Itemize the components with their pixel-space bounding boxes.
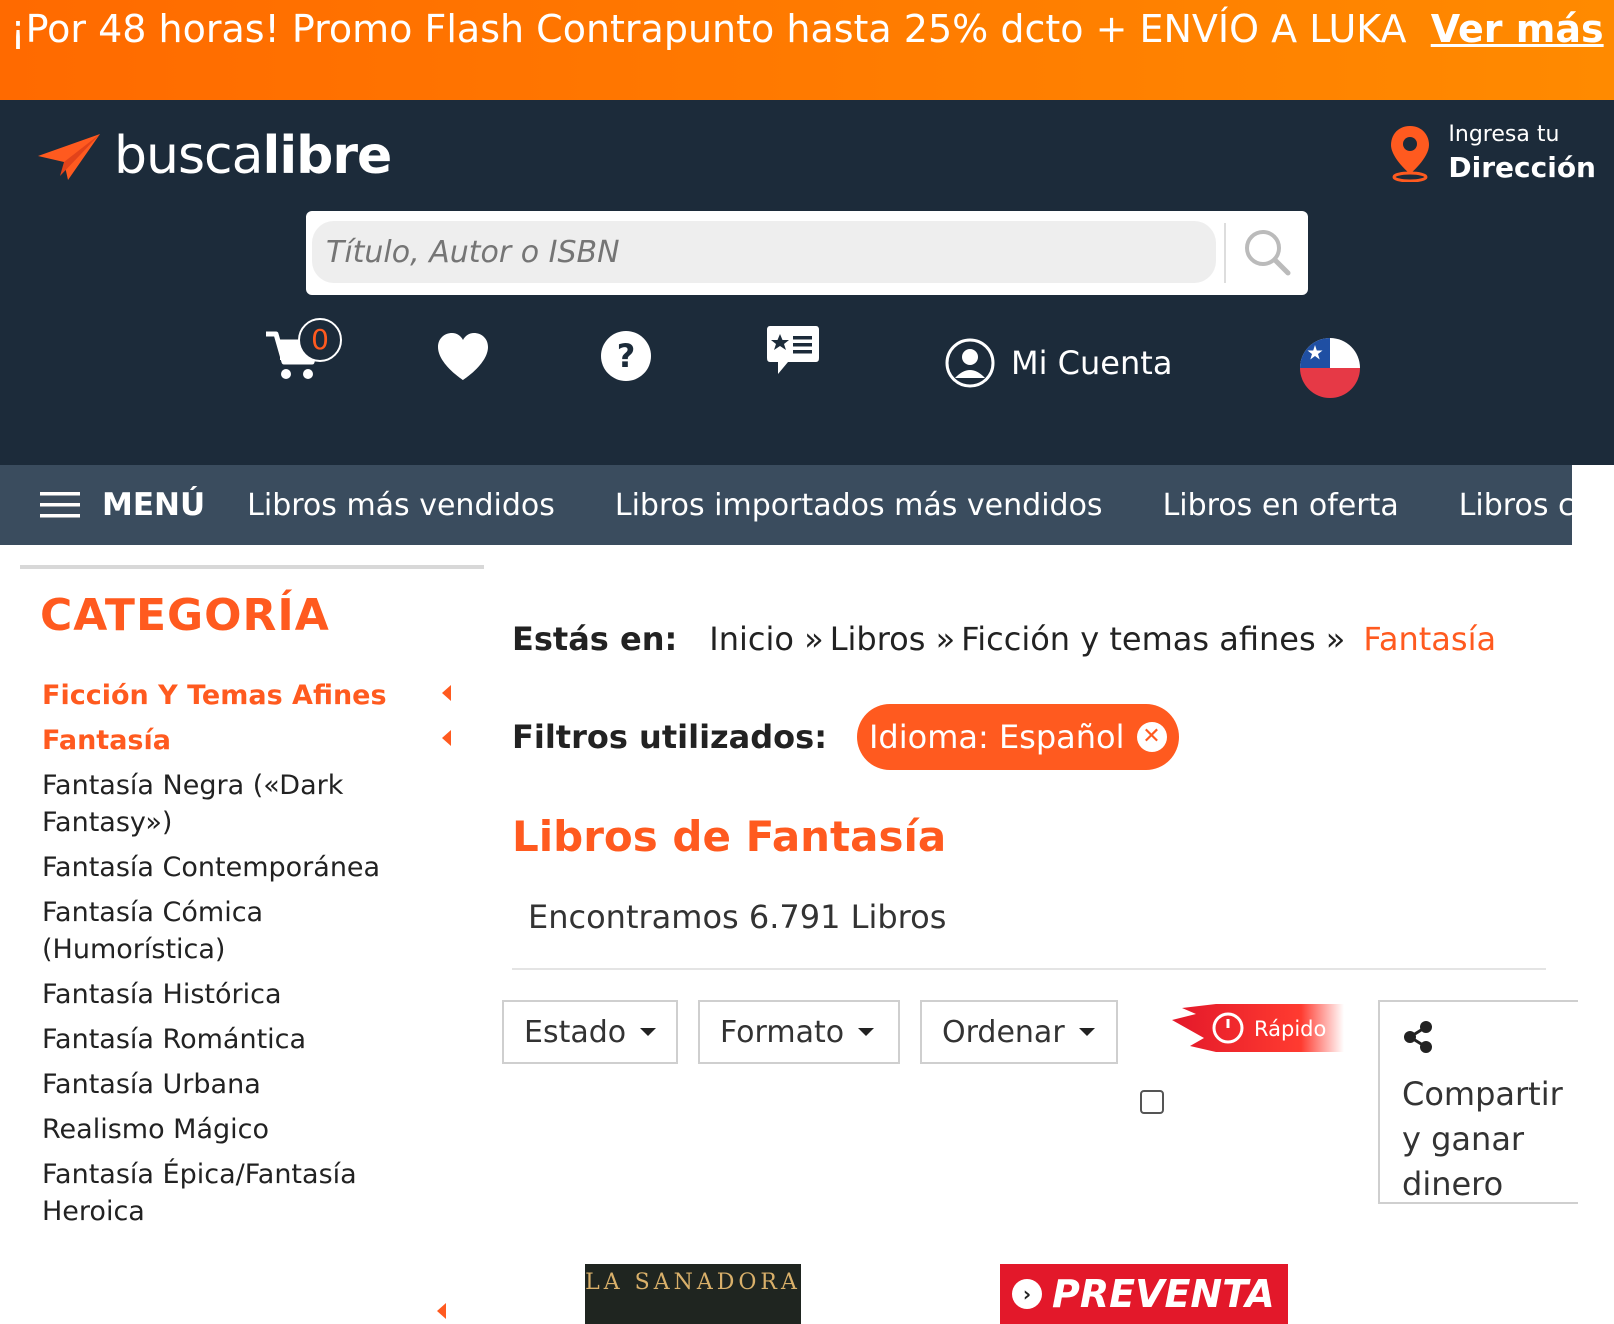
share-earn-button[interactable]: Compartir y ganar dinero: [1378, 1000, 1578, 1204]
category-item[interactable]: Fantasía Contemporánea: [42, 849, 462, 886]
preventa-badge: › PREVENTA: [1000, 1264, 1288, 1324]
category-item[interactable]: Fantasía Histórica: [42, 976, 462, 1013]
chevron-right-icon: ›: [1012, 1279, 1042, 1309]
breadcrumb-item[interactable]: Libros »: [830, 620, 955, 658]
help-icon[interactable]: ?: [600, 330, 652, 382]
page-title: Libros de Fantasía: [512, 812, 947, 861]
caret-left-icon: [437, 1303, 446, 1319]
heart-icon[interactable]: [436, 332, 490, 382]
breadcrumb-current: Fantasía: [1363, 620, 1497, 658]
cart-count-badge: 0: [298, 318, 342, 362]
category-item[interactable]: Fantasía Cómica (Humorística): [42, 894, 302, 968]
promo-banner: ¡Por 48 horas! Promo Flash Contrapunto h…: [0, 0, 1614, 100]
nav-item-imported-best-sellers[interactable]: Libros importados más vendidos: [615, 488, 1103, 523]
category-item[interactable]: Fantasía Urbana: [42, 1066, 462, 1103]
search-bar: [306, 211, 1308, 295]
search-divider: [1224, 223, 1226, 283]
category-item[interactable]: Fantasía Épica/Fantasía Heroica: [42, 1156, 372, 1230]
fast-delivery-checkbox[interactable]: [1140, 1090, 1164, 1114]
filters-label: Filtros utilizados:: [512, 718, 827, 756]
logo[interactable]: buscalibre: [38, 126, 392, 186]
menu-button[interactable]: MENÚ: [40, 487, 205, 523]
fast-label: Rápido: [1254, 1017, 1326, 1041]
caret-down-icon: [640, 1028, 657, 1036]
category-item[interactable]: Realismo Mágico: [42, 1111, 462, 1148]
category-item[interactable]: Ficción Y Temas Afines: [42, 677, 462, 714]
category-list: Ficción Y Temas Afines Fantasía Fantasía…: [42, 677, 462, 1238]
menu-label: MENÚ: [102, 487, 206, 523]
reviews-chat-icon[interactable]: [766, 324, 820, 378]
results-count: Encontramos 6.791 Libros: [528, 898, 947, 936]
caret-down-icon: [1078, 1028, 1095, 1036]
paper-plane-icon: [38, 134, 100, 180]
close-icon[interactable]: ✕: [1136, 722, 1167, 752]
location-pin-icon: [1391, 126, 1430, 182]
address-label: Dirección: [1448, 151, 1596, 184]
fast-delivery-badge: Rápido: [1172, 1004, 1344, 1052]
estado-select[interactable]: Estado: [502, 1000, 678, 1064]
hamburger-icon: [40, 492, 80, 518]
preventa-label: PREVENTA: [1052, 1272, 1275, 1316]
nav-item-offers[interactable]: Libros en oferta: [1163, 488, 1399, 523]
caret-left-icon: [442, 685, 451, 701]
search-icon: [1245, 230, 1291, 276]
search-button[interactable]: [1232, 219, 1302, 285]
account-link[interactable]: Mi Cuenta: [945, 338, 1172, 388]
user-icon: [945, 338, 995, 388]
category-item[interactable]: Fantasía: [42, 722, 462, 759]
breadcrumb: Estás en: Inicio » Libros » Ficción y te…: [512, 620, 1496, 658]
breadcrumb-label: Estás en:: [512, 620, 678, 658]
category-heading: CATEGORÍA: [40, 590, 330, 641]
caret-left-icon: [442, 730, 451, 746]
main-nav: MENÚ Libros más vendidos Libros importad…: [0, 465, 1614, 545]
book-cover[interactable]: LA SANADORA: [585, 1264, 801, 1324]
address-selector[interactable]: Ingresa tu Dirección: [1388, 122, 1596, 184]
site-header: buscalibre Ingresa tu Dirección 0: [0, 100, 1614, 465]
promo-link[interactable]: Ver más: [1431, 7, 1604, 51]
sidebar-divider: [20, 565, 484, 569]
account-label: Mi Cuenta: [1011, 344, 1173, 382]
svg-text:?: ?: [617, 337, 636, 375]
breadcrumb-item[interactable]: Ficción y temas afines »: [961, 620, 1345, 658]
book-cover-title: LA SANADORA: [585, 1270, 801, 1295]
chile-flag-icon[interactable]: [1300, 338, 1360, 398]
share-label: Compartir y ganar dinero: [1402, 1075, 1563, 1203]
address-hint: Ingresa tu: [1448, 122, 1560, 147]
nav-edge-fade: [1572, 465, 1614, 545]
formato-select[interactable]: Formato: [698, 1000, 900, 1064]
divider: [512, 968, 1546, 970]
ordenar-select[interactable]: Ordenar: [920, 1000, 1118, 1064]
nav-item-best-sellers[interactable]: Libros más vendidos: [247, 488, 555, 523]
promo-text: ¡Por 48 horas! Promo Flash Contrapunto h…: [10, 7, 1407, 51]
category-item[interactable]: Fantasía Romántica: [42, 1021, 462, 1058]
filter-chip[interactable]: Idioma: Español ✕: [856, 704, 1179, 770]
active-filters: Filtros utilizados: Idioma: Español ✕: [512, 704, 1179, 770]
search-input[interactable]: [312, 221, 1216, 283]
filter-chip-label: Idioma: Español: [868, 718, 1125, 756]
caret-down-icon: [858, 1028, 875, 1036]
logo-wordmark: buscalibre: [114, 126, 392, 186]
breadcrumb-item[interactable]: Inicio »: [709, 620, 823, 658]
category-item[interactable]: Fantasía Negra («Dark Fantasy»): [42, 767, 372, 841]
share-icon: [1404, 1021, 1432, 1053]
